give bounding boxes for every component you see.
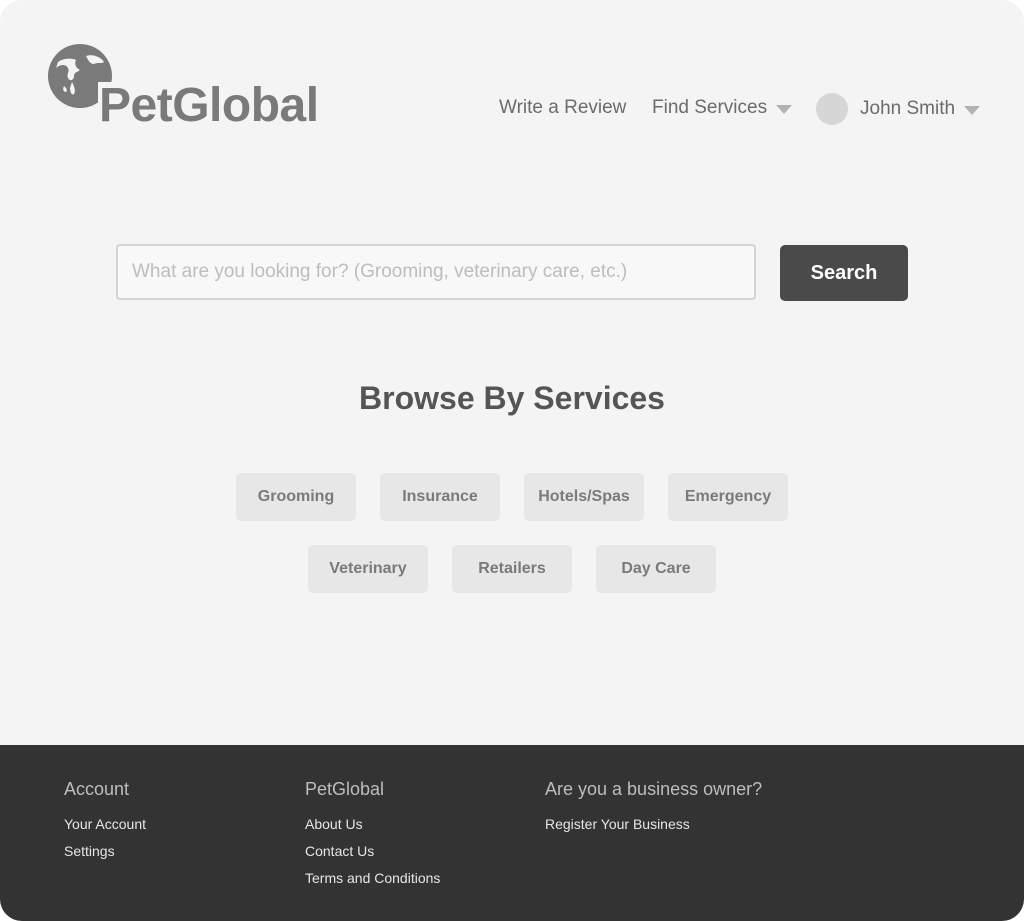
avatar — [816, 93, 848, 125]
service-chip-hotels-spas[interactable]: Hotels/Spas — [524, 473, 644, 521]
footer-link-terms[interactable]: Terms and Conditions — [305, 870, 440, 887]
footer-link-contact-us[interactable]: Contact Us — [305, 843, 440, 860]
footer-link-your-account[interactable]: Your Account — [64, 816, 146, 833]
logo[interactable]: PetGlobal — [46, 42, 336, 134]
user-menu[interactable]: John Smith — [816, 92, 981, 126]
footer-heading: Account — [64, 779, 130, 799]
footer-heading: PetGlobal — [305, 779, 385, 799]
footer-account-column: Account Your Account Settings — [64, 779, 146, 870]
nav-find-services-label: Find Services — [652, 97, 768, 118]
chevron-down-icon — [776, 104, 793, 114]
service-chip-day-care[interactable]: Day Care — [596, 545, 716, 593]
service-chip-retailers[interactable]: Retailers — [452, 545, 572, 593]
user-name: John Smith — [860, 98, 956, 119]
chevron-down-icon — [964, 105, 981, 115]
nav-find-services-dropdown[interactable]: Find Services — [652, 97, 793, 119]
search-button[interactable]: Search — [780, 245, 908, 301]
page-frame: PetGlobal Write a Review Find Services J… — [0, 0, 1024, 921]
site-header: PetGlobal Write a Review Find Services J… — [0, 0, 1024, 150]
service-chip-veterinary[interactable]: Veterinary — [308, 545, 428, 593]
footer-link-settings[interactable]: Settings — [64, 843, 146, 860]
search-input[interactable] — [116, 244, 756, 300]
service-chip-grooming[interactable]: Grooming — [236, 473, 356, 521]
service-chip-emergency[interactable]: Emergency — [668, 473, 788, 521]
site-footer: Account Your Account Settings PetGlobal … — [0, 745, 1024, 921]
nav-write-review-link[interactable]: Write a Review — [499, 97, 626, 119]
footer-business-column: Are you a business owner? Register Your … — [545, 779, 762, 843]
footer-heading: Are you a business owner? — [545, 779, 763, 799]
browse-title: Browse By Services — [359, 380, 665, 416]
service-chip-insurance[interactable]: Insurance — [380, 473, 500, 521]
logo-text: PetGlobal — [99, 79, 319, 132]
footer-link-about-us[interactable]: About Us — [305, 816, 440, 833]
footer-link-register-business[interactable]: Register Your Business — [545, 816, 762, 833]
footer-company-column: PetGlobal About Us Contact Us Terms and … — [305, 779, 440, 897]
